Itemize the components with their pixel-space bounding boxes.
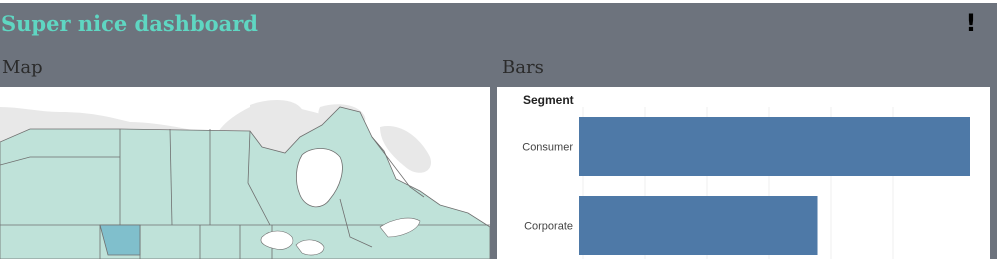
category-label: Corporate bbox=[524, 221, 573, 233]
dashboard-title: Super nice dashboard bbox=[1, 11, 258, 36]
bar-chart: Segment Consumer Corporate bbox=[497, 87, 990, 259]
bar-chart-canvas: Segment Consumer Corporate bbox=[522, 93, 970, 259]
bar-consumer[interactable] bbox=[579, 117, 970, 176]
map-view[interactable] bbox=[0, 87, 490, 259]
map-canvas[interactable] bbox=[0, 87, 490, 259]
row-header: Segment bbox=[523, 93, 574, 107]
bars-section-title: Bars bbox=[502, 57, 544, 78]
category-label: Consumer bbox=[522, 142, 573, 154]
bar-corporate[interactable] bbox=[579, 196, 818, 255]
map-section-title: Map bbox=[2, 57, 43, 78]
exclamation-icon[interactable]: ! bbox=[964, 8, 978, 38]
